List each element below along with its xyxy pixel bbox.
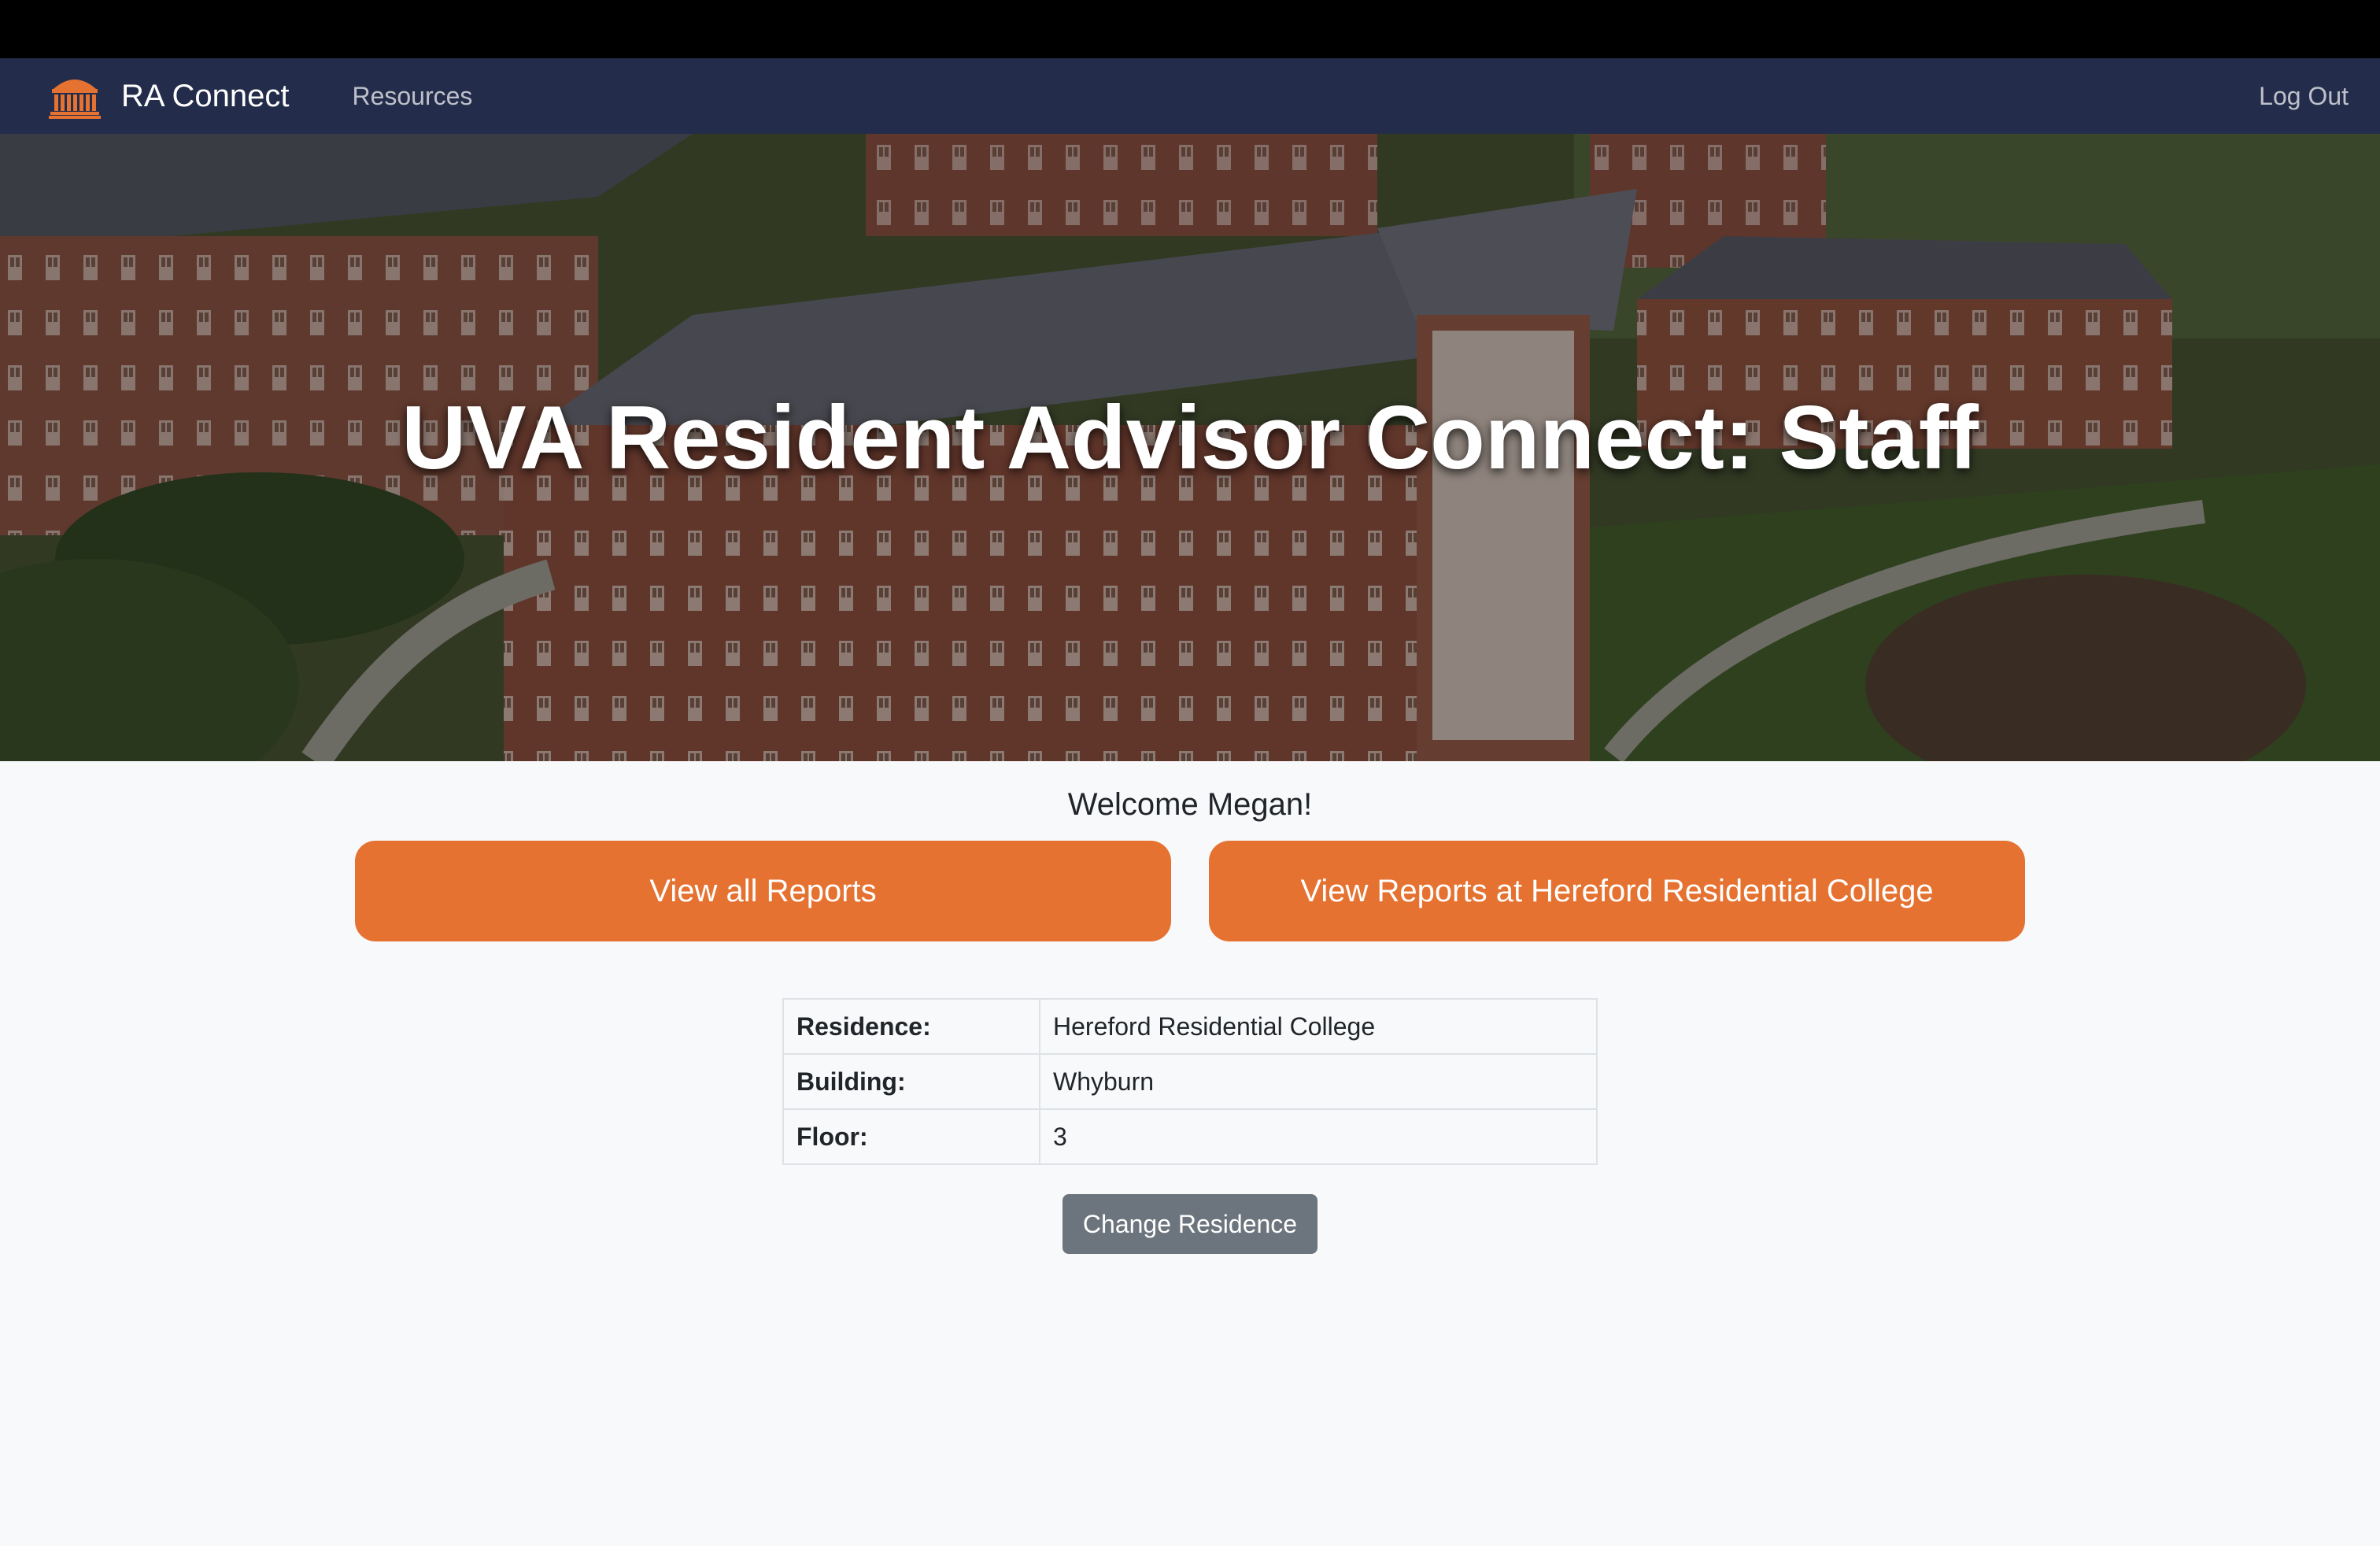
floor-label: Floor: xyxy=(782,1108,1040,1165)
view-all-reports-button[interactable]: View all Reports xyxy=(355,841,1171,941)
view-residence-reports-button[interactable]: View Reports at Hereford Residential Col… xyxy=(1209,841,2025,941)
table-row: Residence: Hereford Residential College xyxy=(782,998,1598,1055)
hero-banner: UVA Resident Advisor Connect: Staff xyxy=(0,134,2380,761)
residence-label: Residence: xyxy=(782,998,1040,1055)
table-row: Building: Whyburn xyxy=(782,1053,1598,1110)
floor-value: 3 xyxy=(1039,1108,1598,1165)
change-residence-button[interactable]: Change Residence xyxy=(1062,1194,1318,1254)
logout-link[interactable]: Log Out xyxy=(2259,58,2349,134)
building-value: Whyburn xyxy=(1039,1053,1598,1110)
table-row: Floor: 3 xyxy=(782,1108,1598,1165)
nav-link-resources[interactable]: Resources xyxy=(352,82,472,111)
brand-link[interactable]: RA Connect xyxy=(49,73,289,119)
welcome-message: Welcome Megan! xyxy=(1067,787,1313,822)
brand-name: RA Connect xyxy=(121,78,290,113)
residence-table: Residence: Hereford Residential College … xyxy=(782,998,1598,1165)
residence-value: Hereford Residential College xyxy=(1039,998,1598,1055)
navbar: RA Connect Resources Log Out xyxy=(0,58,2380,134)
rotunda-icon xyxy=(49,80,101,119)
building-label: Building: xyxy=(782,1053,1040,1110)
hero-title: UVA Resident Advisor Connect: Staff xyxy=(401,388,1979,488)
browser-top-bar xyxy=(0,0,2380,58)
